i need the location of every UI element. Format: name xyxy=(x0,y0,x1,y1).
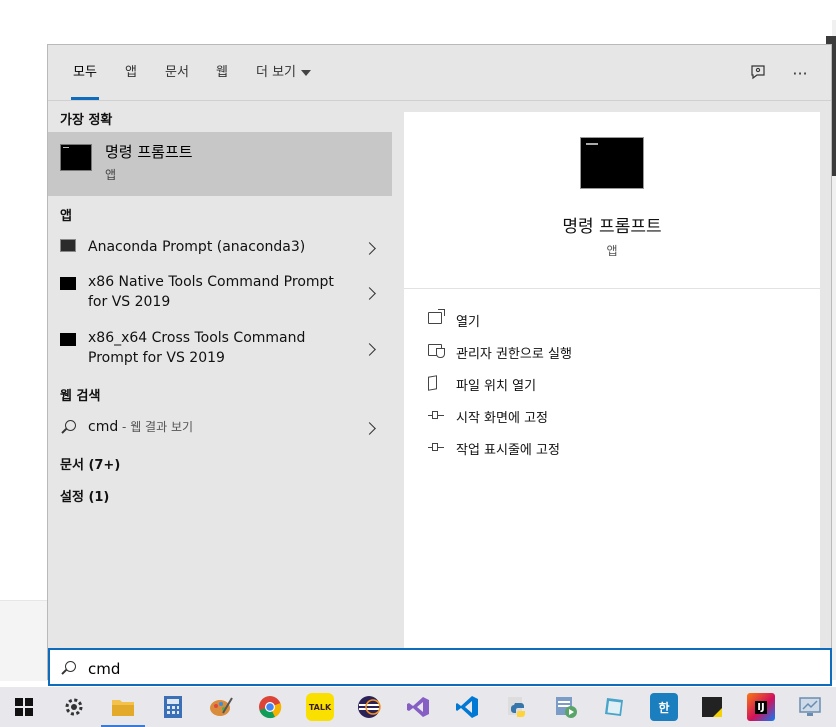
tab-more[interactable]: 더 보기 xyxy=(256,45,312,100)
section-best-match: 가장 정확 xyxy=(60,113,113,128)
tab-documents[interactable]: 문서 xyxy=(165,45,189,100)
python-icon[interactable] xyxy=(503,693,531,721)
task-scheduler-icon[interactable] xyxy=(552,693,580,721)
app-item-x86-x64-cross[interactable]: x86_x64 Cross Tools Command Prompt for V… xyxy=(48,327,392,373)
notepad-icon[interactable] xyxy=(600,693,628,721)
chevron-right-icon[interactable] xyxy=(363,242,376,255)
background-window-left xyxy=(0,600,48,681)
action-label: 관리자 권한으로 실행 xyxy=(456,347,572,362)
file-location-icon xyxy=(428,375,437,391)
settings-gear-icon[interactable] xyxy=(60,693,88,721)
tab-label: 문서 xyxy=(165,65,189,80)
detail-title: 명령 프롬프트 xyxy=(562,217,662,237)
best-match-subtitle: 앱 xyxy=(105,168,117,182)
action-label: 열기 xyxy=(456,315,480,330)
chrome-icon[interactable] xyxy=(256,693,284,721)
chevron-right-icon[interactable] xyxy=(363,343,376,356)
tab-all[interactable]: 모두 xyxy=(71,45,99,100)
search-input[interactable] xyxy=(86,657,690,681)
action-label: 파일 위치 열기 xyxy=(456,379,537,394)
open-icon xyxy=(428,309,445,324)
app-item-label: Anaconda Prompt (anaconda3) xyxy=(88,239,306,255)
app-item-anaconda[interactable]: Anaconda Prompt (anaconda3) xyxy=(48,233,392,267)
more-glyph: ··· xyxy=(792,63,808,83)
action-open[interactable]: 열기 xyxy=(426,308,806,332)
file-explorer-icon[interactable] xyxy=(101,693,145,727)
chevron-right-icon[interactable] xyxy=(363,287,376,300)
shield-icon xyxy=(428,344,445,358)
action-run-as-admin[interactable]: 관리자 권한으로 실행 xyxy=(426,340,806,364)
search-bar[interactable] xyxy=(48,648,832,686)
windows-start-icon[interactable] xyxy=(10,693,38,721)
tab-apps[interactable]: 앱 xyxy=(125,45,137,100)
visual-studio-icon[interactable] xyxy=(404,693,432,721)
app-item-label-line2: for VS 2019 xyxy=(88,294,171,310)
app-item-label-line2: Prompt for VS 2019 xyxy=(88,350,225,366)
action-label: 작업 표시줄에 고정 xyxy=(456,443,560,458)
feedback-icon[interactable] xyxy=(744,59,772,87)
app-item-label: x86 Native Tools Command Prompt xyxy=(88,274,334,290)
chevron-down-icon xyxy=(301,69,312,76)
best-match-title: 명령 프롬프트 xyxy=(105,143,193,161)
detail-pane: 명령 프롬프트 앱 열기 관리자 권한으로 실행 파일 위치 열기 시작 화면에… xyxy=(404,112,820,679)
action-pin-to-taskbar[interactable]: 작업 표시줄에 고정 xyxy=(426,436,806,460)
section-apps: 앱 xyxy=(60,209,72,224)
detail-divider xyxy=(404,288,820,289)
desktop-background xyxy=(0,0,836,44)
action-pin-to-start[interactable]: 시작 화면에 고정 xyxy=(426,404,806,428)
search-tabs: 모두 앱 문서 웹 더 보기 ··· xyxy=(48,45,831,101)
best-match-item[interactable]: 명령 프롬프트 앱 xyxy=(48,132,392,196)
app-item-label: x86_x64 Cross Tools Command xyxy=(88,330,306,346)
command-prompt-large-icon xyxy=(580,137,644,189)
web-search-label: cmd - 웹 결과 보기 xyxy=(88,417,193,437)
pin-icon xyxy=(428,441,444,453)
web-search-query: cmd xyxy=(88,419,119,435)
paint-icon[interactable] xyxy=(207,693,235,721)
hwp-label: 한 xyxy=(658,700,670,715)
detail-subtitle: 앱 xyxy=(606,244,618,258)
more-icon[interactable]: ··· xyxy=(786,59,814,87)
pin-icon xyxy=(428,409,444,421)
vscode-icon[interactable] xyxy=(453,693,481,721)
search-icon xyxy=(65,420,76,431)
web-search-suffix: - 웹 결과 보기 xyxy=(118,420,194,434)
eclipse-icon[interactable] xyxy=(355,693,383,721)
app-item-x86-native[interactable]: x86 Native Tools Command Prompt for VS 2… xyxy=(48,271,392,317)
kakaotalk-icon[interactable]: TALK xyxy=(306,693,334,721)
action-open-file-location[interactable]: 파일 위치 열기 xyxy=(426,372,806,396)
section-settings[interactable]: 설정 (1) xyxy=(60,486,109,505)
anaconda-prompt-icon xyxy=(60,239,76,252)
results-list: 가장 정확 명령 프롬프트 앱 앱 Anaconda Prompt (anaco… xyxy=(48,101,392,679)
taskbar: TALK 한 IJ xyxy=(0,687,836,727)
search-icon xyxy=(65,661,76,672)
remote-desktop-icon[interactable] xyxy=(796,693,824,721)
hwp-icon[interactable]: 한 xyxy=(650,693,678,721)
tab-label: 웹 xyxy=(216,65,228,80)
tab-label: 모두 xyxy=(73,65,97,80)
calculator-icon[interactable] xyxy=(159,693,187,721)
tab-web[interactable]: 웹 xyxy=(216,45,228,100)
search-panel: 모두 앱 문서 웹 더 보기 ··· 가장 정확 명령 프롬프트 앱 앱 Ana… xyxy=(47,44,832,680)
chevron-right-icon[interactable] xyxy=(363,422,376,435)
intellij-icon[interactable]: IJ xyxy=(747,693,775,721)
section-documents[interactable]: 문서 (7+) xyxy=(60,454,120,473)
web-search-item[interactable]: cmd - 웹 결과 보기 xyxy=(48,413,392,447)
tab-label: 더 보기 xyxy=(256,65,297,80)
command-prompt-icon xyxy=(60,144,92,171)
sticky-notes-icon[interactable] xyxy=(698,693,726,721)
command-prompt-icon xyxy=(60,333,76,346)
command-prompt-icon xyxy=(60,277,76,290)
section-web-search: 웹 검색 xyxy=(60,389,101,404)
tab-label: 앱 xyxy=(125,65,137,80)
intellij-label: IJ xyxy=(755,700,767,714)
kakaotalk-label: TALK xyxy=(308,702,332,712)
action-label: 시작 화면에 고정 xyxy=(456,411,548,426)
